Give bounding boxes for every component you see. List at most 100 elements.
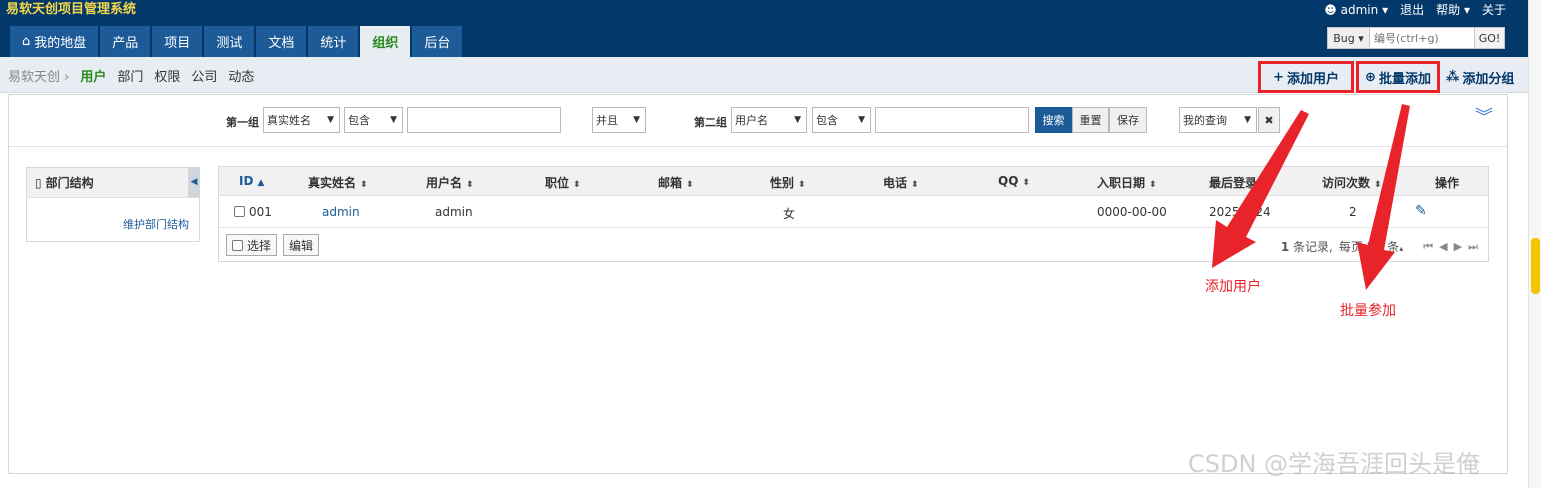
- row-checkbox[interactable]: [234, 206, 245, 217]
- batch-edit-button[interactable]: 编辑: [283, 234, 320, 256]
- my-query-value: 我的查询: [1183, 114, 1227, 127]
- logout-link[interactable]: 退出: [1400, 1, 1424, 18]
- app-window: 易软天创项目管理系统 ☻ admin ▾ 退出 帮助 ▾ 关于 ⌂ 我的地盘 产品…: [0, 0, 1528, 488]
- group2-label: 第二组: [694, 116, 727, 129]
- add-group-button[interactable]: ⁂ 添加分组: [1442, 61, 1518, 93]
- row-gender: 女: [783, 207, 796, 221]
- column-header-position[interactable]: 职位 ⬍: [545, 174, 581, 191]
- quick-search-input[interactable]: [1370, 28, 1474, 48]
- department-tree-panel: ▯ 部门结构 ◀ 维护部门结构: [26, 167, 200, 242]
- page-actions: + 添加用户 ⊕ 批量添加 ⁂ 添加分组: [1258, 61, 1518, 93]
- column-header-last-login[interactable]: 最后登录 ⬍: [1209, 174, 1269, 191]
- column-header-email[interactable]: 邮箱 ⬍: [658, 174, 694, 191]
- group1-operator-select[interactable]: 包含 ▼: [344, 107, 403, 133]
- sort-asc-icon: ▲: [257, 178, 265, 188]
- maintain-department-link[interactable]: 维护部门结构: [123, 216, 189, 232]
- tab-project[interactable]: 项目: [152, 26, 203, 57]
- about-link[interactable]: 关于: [1482, 1, 1506, 18]
- chevron-down-icon: ▼: [794, 115, 801, 125]
- total-suffix: 条记录,: [1293, 240, 1333, 254]
- home-icon: ⌂: [22, 34, 31, 49]
- column-header-username[interactable]: 用户名 ⬍: [426, 174, 474, 191]
- pager: 1 条记录, 每页 20 条▴ ⏮ ◀ ▶ ⏭: [1281, 238, 1478, 255]
- vertical-scrollbar[interactable]: [1528, 0, 1541, 488]
- tab-product[interactable]: 产品: [100, 26, 151, 57]
- next-page-icon[interactable]: ▶: [1454, 240, 1462, 253]
- double-chevron-down-icon[interactable]: ︾: [1475, 109, 1493, 127]
- plus-icon: +: [1273, 69, 1284, 85]
- per-page-unit: 条: [1387, 240, 1400, 254]
- breadcrumb-root-label: 易软天创: [8, 70, 61, 85]
- user-menu[interactable]: ☻ admin ▾: [1324, 3, 1388, 17]
- group1-label: 第一组: [226, 116, 259, 129]
- tab-test[interactable]: 测试: [204, 26, 255, 57]
- group1-operator-value: 包含: [348, 114, 370, 127]
- chevron-down-icon: ▾: [1382, 2, 1389, 17]
- join-select[interactable]: 并且 ▼: [592, 107, 646, 133]
- save-query-button[interactable]: 保存: [1109, 107, 1147, 133]
- building-icon: ▯: [35, 175, 42, 190]
- search-button[interactable]: 搜索: [1035, 107, 1072, 133]
- column-label: 访问次数: [1322, 176, 1371, 190]
- breadcrumb-root[interactable]: 易软天创 ›: [8, 66, 69, 85]
- column-header-actions: 操作: [1435, 176, 1460, 190]
- user-table: ID ▲ 真实姓名 ⬍ 用户名 ⬍ 职位 ⬍ 邮箱 ⬍ 性别 ⬍ 电话 ⬍ QQ ⬍ 入职日期 ⬍…: [218, 166, 1489, 262]
- subnav-item-company[interactable]: 公司: [191, 66, 217, 85]
- prev-page-icon[interactable]: ◀: [1439, 240, 1447, 253]
- row-visits: 2: [1349, 205, 1357, 219]
- tab-my-dashboard[interactable]: ⌂ 我的地盘: [10, 26, 99, 57]
- clear-query-button[interactable]: ✖: [1258, 107, 1280, 133]
- chevron-down-icon: ▼: [858, 115, 865, 125]
- add-user-button[interactable]: + 添加用户: [1258, 61, 1354, 93]
- column-header-gender[interactable]: 性别 ⬍: [770, 174, 806, 191]
- batch-add-button[interactable]: ⊕ 批量添加: [1356, 61, 1440, 93]
- collapse-left-icon[interactable]: ◀: [188, 167, 200, 197]
- go-button[interactable]: GO!: [1474, 28, 1504, 48]
- column-header-id[interactable]: ID ▲: [239, 174, 264, 188]
- reset-button[interactable]: 重置: [1072, 107, 1109, 133]
- column-header-realname[interactable]: 真实姓名 ⬍: [308, 174, 368, 191]
- subnav-item-dynamics[interactable]: 动态: [228, 66, 254, 85]
- tab-admin[interactable]: 后台: [412, 26, 463, 57]
- edit-pencil-icon[interactable]: ✎: [1415, 203, 1427, 219]
- column-header-qq[interactable]: QQ ⬍: [998, 174, 1030, 188]
- select-all-button[interactable]: 选择: [226, 234, 278, 256]
- help-menu[interactable]: 帮助 ▾: [1436, 1, 1470, 18]
- chevron-down-icon: ▼: [390, 115, 397, 125]
- per-page-number: 20: [1366, 240, 1384, 254]
- sort-icon: ⬍: [466, 180, 474, 190]
- group2-operator-select[interactable]: 包含 ▼: [812, 107, 871, 133]
- column-header-visits[interactable]: 访问次数 ⬍: [1322, 174, 1382, 191]
- tab-organization[interactable]: 组织: [360, 26, 411, 57]
- first-page-icon[interactable]: ⏮: [1423, 240, 1433, 254]
- group2-field-select[interactable]: 用户名 ▼: [731, 107, 807, 133]
- my-query-select[interactable]: 我的查询 ▼: [1179, 107, 1257, 133]
- sort-icon: ⬍: [1149, 180, 1157, 190]
- group2-value-input[interactable]: [875, 107, 1029, 133]
- column-label: 真实姓名: [308, 176, 357, 190]
- select-all-label: 选择: [247, 238, 272, 253]
- table-row: 001 admin admin 女 0000-00-00 2025-0 24 2…: [219, 197, 1488, 228]
- row-id-cell: 001: [234, 205, 272, 219]
- subnav-item-users[interactable]: 用户: [80, 66, 106, 85]
- group1-field-select[interactable]: 真实姓名 ▼: [263, 107, 340, 133]
- subnav-item-departments[interactable]: 部门: [117, 66, 143, 85]
- sort-icon: ⬍: [1374, 180, 1382, 190]
- row-realname-link[interactable]: admin: [322, 205, 360, 219]
- sort-icon: ⬍: [360, 180, 368, 190]
- group1-value-input[interactable]: [407, 107, 561, 133]
- last-page-icon[interactable]: ⏭: [1468, 240, 1478, 254]
- tab-doc[interactable]: 文档: [256, 26, 307, 57]
- scrollbar-thumb[interactable]: [1531, 238, 1540, 294]
- chevron-down-icon: ▼: [327, 115, 334, 125]
- column-header-phone[interactable]: 电话 ⬍: [883, 174, 919, 191]
- column-header-join-date[interactable]: 入职日期 ⬍: [1097, 174, 1157, 191]
- search-type-select[interactable]: Bug ▾: [1328, 28, 1370, 48]
- tab-stats[interactable]: 统计: [308, 26, 359, 57]
- help-label: 帮助: [1436, 3, 1461, 17]
- per-page-select[interactable]: 每页 20 条▴: [1339, 238, 1403, 255]
- batch-add-label: 批量添加: [1378, 71, 1431, 87]
- row-id: 001: [249, 205, 272, 219]
- top-header: 易软天创项目管理系统 ☻ admin ▾ 退出 帮助 ▾ 关于 ⌂ 我的地盘 产品…: [0, 0, 1528, 57]
- subnav-item-permissions[interactable]: 权限: [154, 66, 180, 85]
